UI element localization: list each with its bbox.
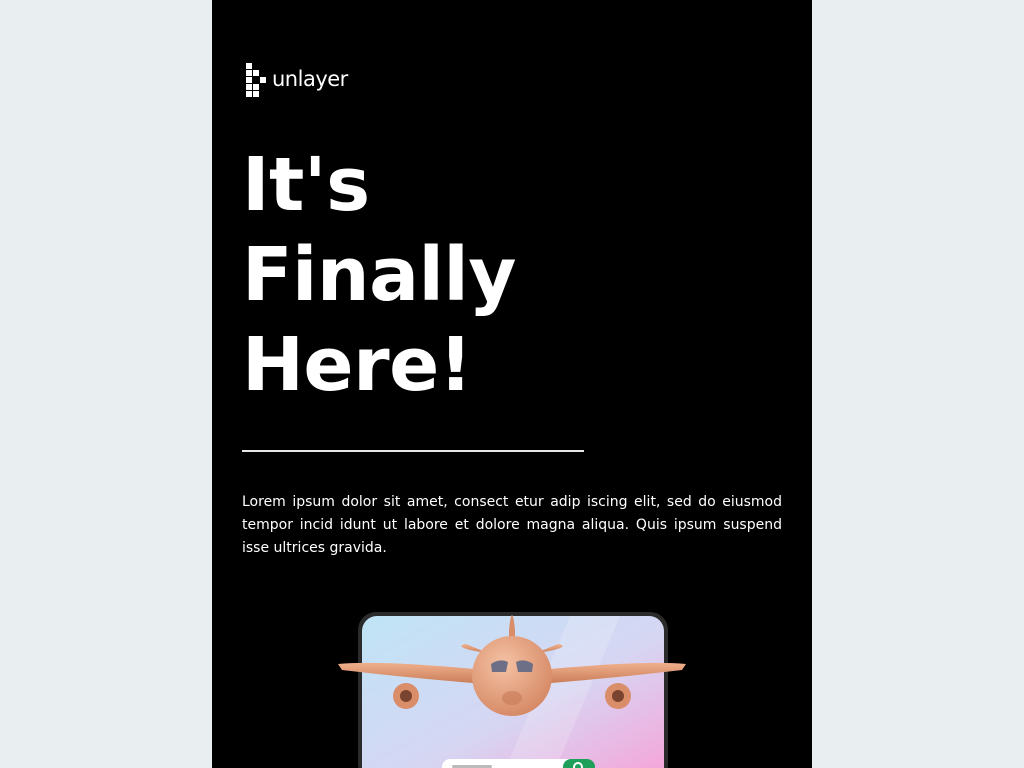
email-canvas: unlayer It's Finally Here! Lorem ipsum d… [212, 0, 812, 768]
brand-logo[interactable]: unlayer [246, 63, 348, 97]
unlayer-logo-icon [246, 63, 266, 97]
headline-line-2: Finally [242, 232, 517, 318]
headline-line-3: Here! [242, 322, 473, 408]
body-text: Lorem ipsum dolor sit amet, consect etur… [242, 494, 782, 556]
divider [242, 450, 584, 452]
airplane-over-phone-illustration [320, 598, 704, 768]
headline-line-1: It's [242, 142, 370, 228]
logo-text: unlayer [272, 66, 348, 91]
search-bar [442, 759, 595, 768]
headline: It's Finally Here! [242, 140, 517, 410]
